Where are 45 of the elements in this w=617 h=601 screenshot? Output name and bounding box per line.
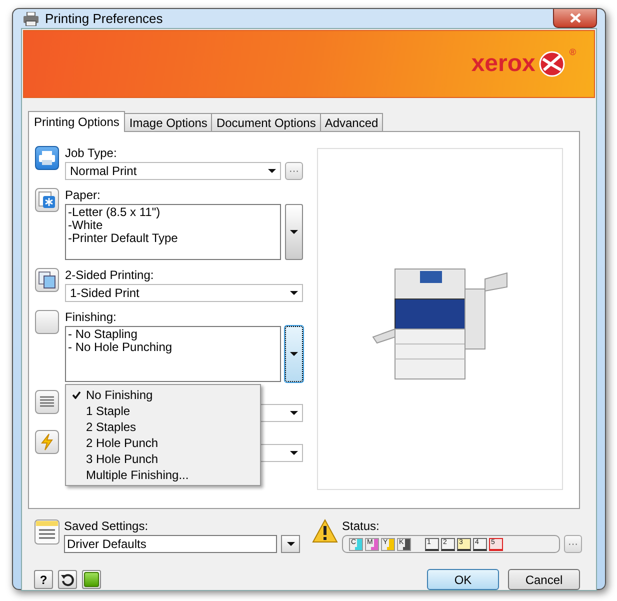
field-label: Job Type: — [65, 146, 118, 160]
tab[interactable]: Advanced — [320, 113, 384, 131]
more-button[interactable]: ··· — [285, 162, 303, 180]
dialog-button[interactable]: Cancel — [508, 569, 580, 590]
dropdown-button[interactable] — [281, 535, 300, 553]
menu-item[interactable]: 2 Staples — [86, 420, 136, 434]
field-label: Paper: — [65, 188, 102, 202]
dialog-button[interactable]: OK — [427, 569, 499, 590]
menu-item[interactable]: No Finishing — [86, 388, 153, 402]
blank-square-icon — [35, 310, 59, 334]
tab[interactable]: Document Options — [211, 113, 321, 131]
menu-item[interactable]: 1 Staple — [86, 404, 130, 418]
field-label: Status: — [342, 519, 380, 533]
field-label: 2-Sided Printing: — [65, 268, 155, 282]
indicator-button[interactable] — [82, 570, 101, 589]
dropdown-button[interactable] — [285, 326, 303, 382]
field-label: Saved Settings: — [64, 519, 150, 533]
pages-icon — [35, 268, 59, 292]
close-button[interactable] — [553, 9, 597, 28]
tab[interactable]: Printing Options — [28, 111, 126, 132]
menu-item[interactable]: 2 Hole Punch — [86, 436, 158, 450]
lightning-icon — [35, 430, 59, 454]
warning-icon — [312, 519, 338, 543]
paper-icon — [35, 188, 59, 212]
sphere-logo-icon — [539, 51, 566, 77]
field-label: Finishing: — [65, 310, 118, 324]
text-list-box[interactable]: -Letter (8.5 x 11") -White -Printer Default Type — [65, 204, 281, 260]
printer-icon — [23, 12, 39, 26]
window-title: Printing Preferences — [45, 11, 163, 26]
printer-icon — [35, 146, 59, 170]
brand-logo: xerox — [471, 50, 536, 78]
dropdown-field[interactable]: Normal Print — [65, 162, 281, 180]
lines-icon — [35, 390, 59, 414]
saved-settings-field[interactable]: Driver Defaults — [64, 535, 277, 553]
dropdown-field[interactable]: 1-Sided Print — [65, 284, 303, 302]
help-button[interactable]: ? — [34, 570, 53, 589]
close-icon — [570, 13, 580, 23]
text-list-box[interactable]: - No Stapling - No Hole Punching — [65, 326, 281, 382]
list-icon — [34, 519, 60, 545]
more-button[interactable]: ··· — [564, 535, 582, 553]
reset-button[interactable] — [58, 570, 77, 589]
registered-mark: ® — [569, 47, 576, 57]
menu-item[interactable]: 3 Hole Punch — [86, 452, 158, 466]
menu-item[interactable]: Multiple Finishing... — [86, 468, 189, 482]
tab[interactable]: Image Options — [124, 113, 212, 131]
